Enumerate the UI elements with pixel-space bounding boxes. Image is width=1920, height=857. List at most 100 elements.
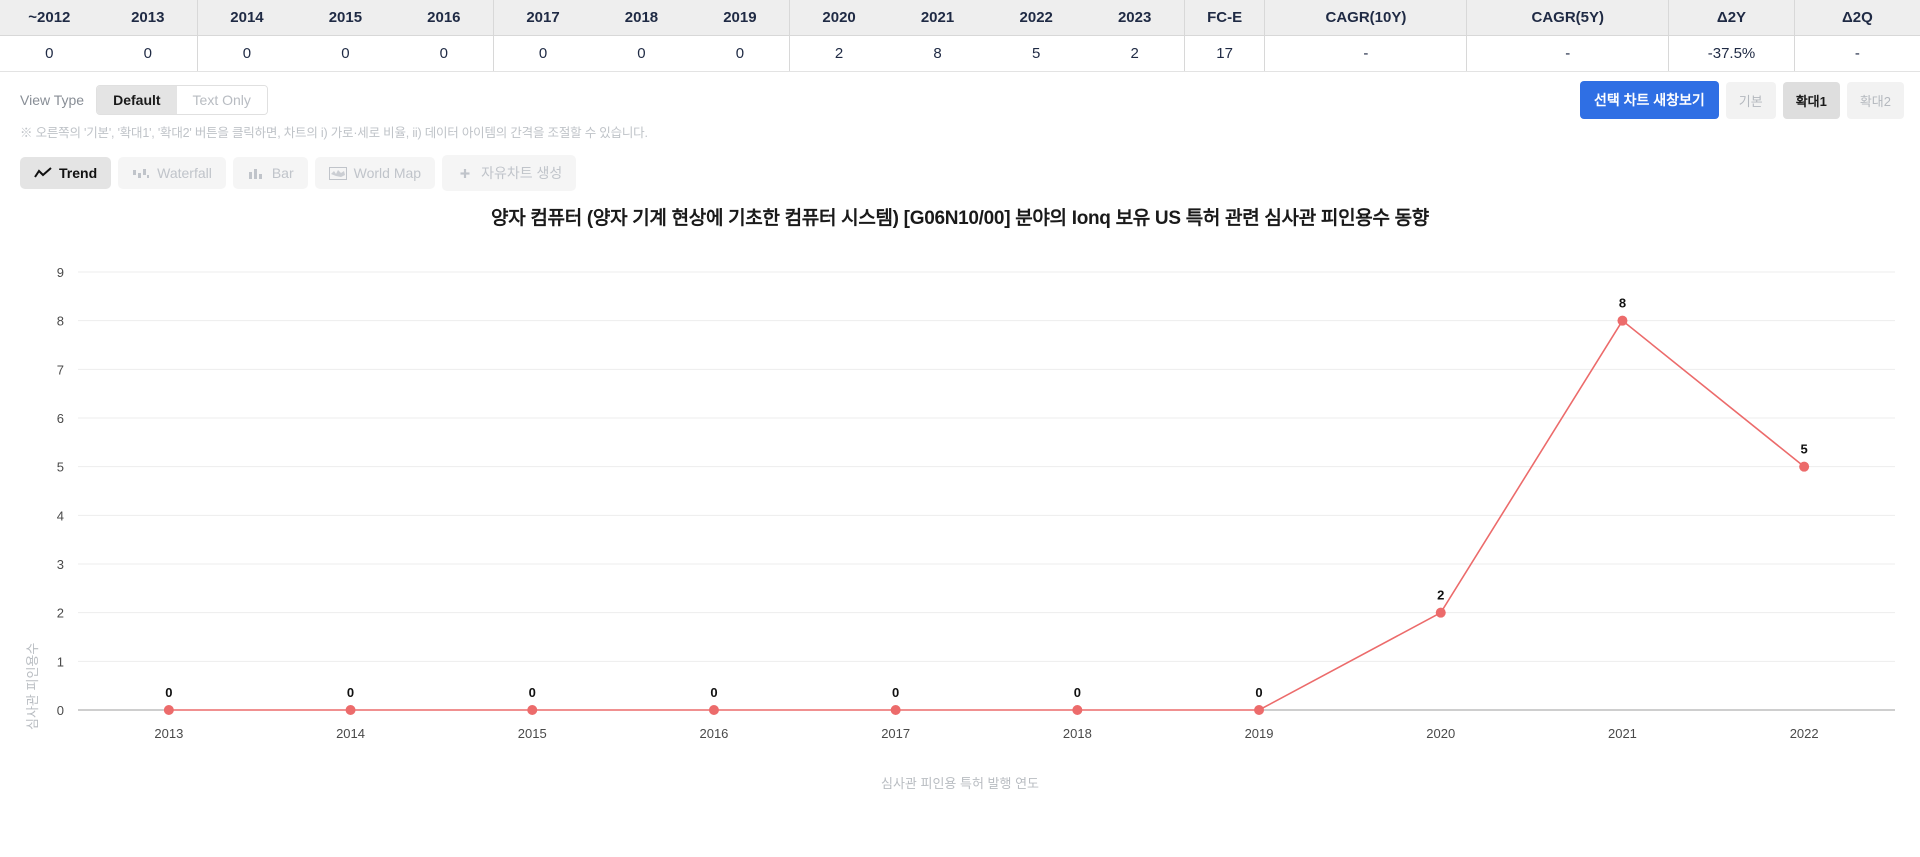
table-cell: 0 [196,35,297,71]
trendline-icon [34,166,52,180]
data-point[interactable] [1435,607,1446,618]
table-header-cell: CAGR(10Y) [1264,0,1467,36]
table-cell: 0 [394,35,494,71]
chart-type-button-5[interactable]: 자유차트 생성 [442,155,577,191]
trend-line-chart[interactable]: 0 1 2 3 4 5 6 7 8 9 0 2013 0 2014 0 2015 0 2016 0 2017 0 2018… [0,230,1920,790]
y-axis-tick: 5 [57,460,64,475]
chart-type-label: Trend [59,165,98,181]
table-cell: 0 [592,35,691,71]
chart-type-label: 자유차트 생성 [481,165,563,181]
table-cell: - [1264,35,1467,71]
chart-display-controls: 선택 차트 새창보기 기본 확대1 확대2 [1579,81,1904,119]
data-point[interactable] [345,705,356,715]
y-axis-tick: 0 [57,703,64,718]
chart-type-button-1[interactable]: Trend [20,157,112,189]
table-cell: - [1793,35,1920,71]
chart-title: 양자 컴퓨터 (양자 기계 현상에 기초한 컴퓨터 시스템) [G06N10/0… [491,208,1429,229]
table-header-cell: 2016 [394,0,494,36]
data-point-label: 0 [347,685,354,700]
view-type-label: View Type [20,92,85,108]
x-axis-tick: 2021 [1608,726,1637,741]
table-row: 0 0 0 0 0 0 0 0 2 8 5 2 17- - -37.5% - [0,35,1920,71]
data-point[interactable] [1072,705,1083,715]
data-point-label: 0 [165,685,172,700]
table-cell: 0 [0,35,99,71]
x-axis-tick: 2022 [1790,726,1819,741]
y-axis-tick: 2 [57,606,64,621]
table-header-cell: 2014 [196,0,297,36]
data-point-label: 0 [1074,685,1081,700]
table-cell: 0 [98,35,198,71]
zoom-level-group[interactable]: 기본 확대1 확대2 [1725,81,1904,119]
chart-type-toolbar: Trend Waterfall Bar World Map 자유차트 생성 [0,141,1920,191]
table-cell: - [1466,35,1669,71]
y-axis-label: 심사관 피인용수 [25,642,40,730]
table-cell: 2 [1085,35,1185,71]
data-point[interactable] [1799,461,1810,472]
data-point[interactable] [890,705,901,715]
zoom-level-button-2[interactable]: 확대1 [1782,81,1840,119]
y-axis-tick: 3 [57,557,64,572]
table-cell: 0 [690,35,790,71]
table-header-row: ~2012 2013 2014 2015 2016 2017 2018 2019 2020 202… [0,0,1920,36]
data-point[interactable] [1617,315,1628,326]
summary-table: ~2012 2013 2014 2015 2016 2017 2018 2019 2020 202… [0,0,1920,71]
data-point-label: 2 [1437,588,1444,603]
chart-type-button-3[interactable]: Bar [232,157,308,189]
table-header-cell: 2023 [1085,0,1185,36]
open-chart-new-window-button[interactable]: 선택 차트 새창보기 [1579,81,1719,119]
chart-type-button-2[interactable]: Waterfall [118,157,226,189]
table-cell: 2 [789,35,889,71]
table-header-cell: FC-E [1183,0,1265,36]
table-header-cell: 2019 [690,0,790,36]
y-axis-tick: 1 [57,654,64,669]
waterfall-icon [132,166,150,180]
chart-type-button-4[interactable]: World Map [314,157,436,189]
table-header-cell: 2013 [98,0,198,36]
x-axis-tick: 2014 [336,726,365,741]
table-cell: -37.5% [1668,35,1795,71]
data-point[interactable] [708,705,719,715]
view-type-option-default[interactable]: Default [97,86,177,114]
data-point[interactable] [1254,705,1265,715]
table-header-cell: 2018 [592,0,691,36]
table-header-cell: CAGR(5Y) [1466,0,1669,36]
data-point-label: 0 [1255,685,1262,700]
y-axis-tick: 6 [57,411,64,426]
plot-area: 0 1 2 3 4 5 6 7 8 9 0 2013 0 2014 0 2015 0 2016 0 2017 0 2018… [0,230,1920,791]
table-header-cell: 2021 [888,0,987,36]
chart-type-label: Waterfall [157,165,212,181]
table-cell: 5 [986,35,1086,71]
table-header-cell: ~2012 [0,0,99,36]
x-axis-tick: 2019 [1245,726,1274,741]
view-type-option-text-only[interactable]: Text Only [176,86,267,114]
table-cell: 17 [1183,35,1265,71]
chart-section: 양자 컴퓨터 (양자 기계 현상에 기초한 컴퓨터 시스템) [G06N10/0… [0,191,1920,801]
x-axis-tick: 2013 [154,726,183,741]
y-axis-tick: 9 [57,265,64,280]
view-type-note: ※ 오른쪽의 '기본', '확대1', '확대2' 버튼을 클릭하면, 차트의 … [20,126,648,140]
data-point-label: 0 [892,685,899,700]
summary-table-container: ~2012 2013 2014 2015 2016 2017 2018 2019 2020 202… [0,0,1920,72]
zoom-level-button-3[interactable]: 확대2 [1846,81,1904,119]
view-type-segmented-control[interactable]: Default Text Only [96,85,268,115]
bar-icon [247,166,265,180]
world-map-icon [328,166,347,180]
y-axis-tick: 7 [57,362,64,377]
x-axis-label: 심사관 피인용 특허 발행 연도 [881,776,1039,791]
y-axis-tick: 4 [57,508,64,523]
data-point-label: 8 [1619,296,1626,311]
data-point[interactable] [527,705,538,715]
table-header-cell: 2017 [492,0,593,36]
data-point-label: 0 [529,685,536,700]
table-cell: 0 [492,35,593,71]
chart-type-label: Bar [271,165,294,181]
x-axis-tick: 2020 [1426,726,1455,741]
table-header-cell: 2022 [986,0,1086,36]
table-header-cell: Δ2Y [1668,0,1795,36]
zoom-level-button-1[interactable]: 기본 [1725,81,1776,119]
view-type-toolbar: View Type Default Text Only 선택 차트 새창보기 기본… [0,72,1920,119]
data-point[interactable] [163,705,174,715]
chart-type-label: World Map [353,165,422,181]
x-axis-tick: 2016 [699,726,728,741]
